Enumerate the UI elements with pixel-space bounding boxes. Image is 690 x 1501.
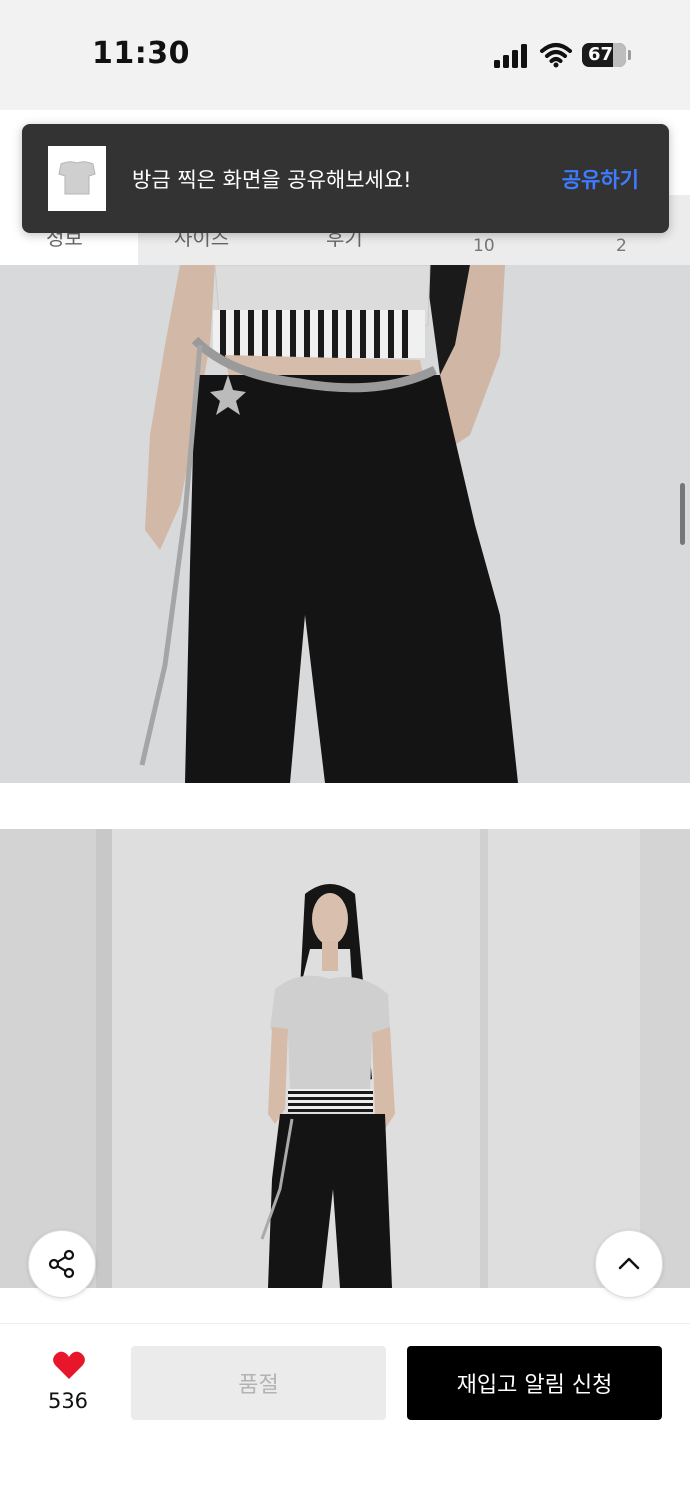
battery-icon: 67 xyxy=(582,43,626,67)
restock-alert-button[interactable]: 재입고 알림 신청 xyxy=(407,1346,662,1420)
scroll-indicator[interactable] xyxy=(680,483,685,545)
wifi-icon xyxy=(540,43,572,68)
product-image-1 xyxy=(0,265,690,783)
tab-reviews-count: 10 xyxy=(473,236,495,256)
status-bar: 11:30 67 xyxy=(0,0,690,110)
tab-qna-count: 2 xyxy=(616,236,627,256)
scroll-to-top-button[interactable] xyxy=(595,1230,663,1298)
battery-level: 67 xyxy=(588,44,614,65)
toast-thumbnail xyxy=(48,146,106,211)
product-image-2 xyxy=(0,829,690,1288)
toast-share-button[interactable]: 공유하기 xyxy=(562,164,639,194)
toast-message: 방금 찍은 화면을 공유해보세요! xyxy=(132,168,412,192)
status-time: 11:30 xyxy=(92,36,190,71)
share-button[interactable] xyxy=(28,1230,96,1298)
share-toast: 방금 찍은 화면을 공유해보세요! 공유하기 xyxy=(22,124,669,233)
like-count: 536 xyxy=(47,1389,89,1413)
share-icon xyxy=(48,1249,75,1279)
soldout-button: 품절 xyxy=(131,1346,386,1420)
heart-icon[interactable] xyxy=(52,1350,86,1380)
chevron-up-icon xyxy=(618,1257,640,1270)
cellular-signal-icon xyxy=(494,44,527,68)
